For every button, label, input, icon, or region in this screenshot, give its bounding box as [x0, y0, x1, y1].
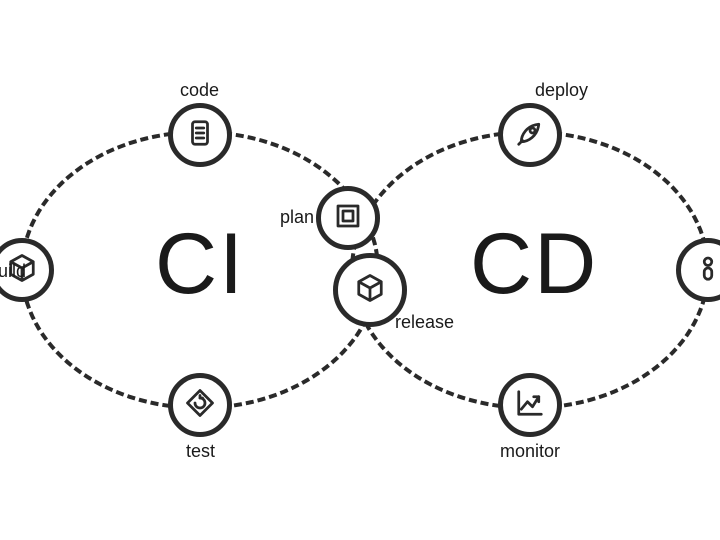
monitor-label: monitor: [500, 441, 560, 462]
build-label: build: [0, 261, 26, 282]
plan-node: [316, 186, 380, 250]
monitor-node: [498, 373, 562, 437]
deploy-label: deploy: [535, 80, 588, 101]
refresh-diamond-icon: [185, 388, 215, 423]
plan-label: plan: [280, 207, 314, 228]
code-label: code: [180, 80, 219, 101]
square-icon: [333, 201, 363, 236]
person-icon: [693, 253, 720, 288]
deploy-node: [498, 103, 562, 167]
cube-icon: [355, 273, 385, 308]
ci-cd-diagram: CI CD build code plan release test: [0, 0, 720, 540]
clipboard-icon: [185, 118, 215, 153]
cd-title: CD: [470, 215, 598, 314]
chart-icon: [515, 388, 545, 423]
ci-title: CI: [155, 215, 245, 314]
rocket-icon: [515, 118, 545, 153]
code-node: [168, 103, 232, 167]
test-node: [168, 373, 232, 437]
release-label: release: [395, 312, 454, 333]
test-label: test: [186, 441, 215, 462]
